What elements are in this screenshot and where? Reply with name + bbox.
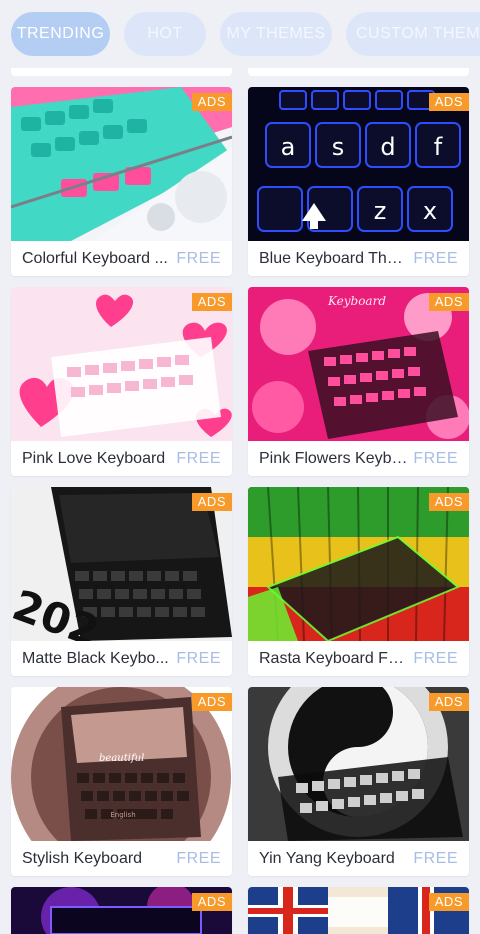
theme-card-colorful[interactable]: ADS Colorful Keyboard ... FREE — [11, 87, 232, 276]
theme-card-stylish[interactable]: beautiful English ADS Stylish Keyboard F… — [11, 687, 232, 876]
ads-badge: ADS — [191, 493, 232, 511]
ads-badge: ADS — [428, 293, 469, 311]
tab-my-themes[interactable]: MY THEMES — [220, 12, 332, 56]
tab-hot[interactable]: HOT — [124, 12, 206, 56]
tab-label: HOT — [147, 25, 183, 42]
theme-title: Pink Love Keyboard — [22, 450, 166, 467]
theme-logo-text: Keyboard — [327, 294, 386, 308]
theme-price: FREE — [176, 650, 221, 667]
theme-price: FREE — [176, 850, 221, 867]
theme-price: FREE — [176, 250, 221, 267]
thumb-brand-text: beautiful — [99, 753, 144, 764]
category-tabs: TRENDING HOT MY THEMES CUSTOM THEMES — [0, 0, 480, 68]
key-label: s — [332, 133, 345, 161]
theme-title: Yin Yang Keyboard — [259, 850, 395, 867]
theme-title: Matte Black Keybo... — [22, 650, 169, 667]
theme-price: FREE — [413, 850, 458, 867]
ads-badge: ADS — [428, 893, 469, 911]
theme-card-partial-left[interactable]: ADS — [11, 887, 232, 934]
theme-title: Rasta Keyboard For... — [259, 650, 409, 667]
theme-card-yin-yang[interactable]: ADS Yin Yang Keyboard FREE — [248, 687, 469, 876]
ads-badge: ADS — [428, 93, 469, 111]
theme-price: FREE — [413, 650, 458, 667]
key-label: z — [374, 197, 387, 225]
tab-trending[interactable]: TRENDING — [11, 12, 110, 56]
theme-title: Colorful Keyboard ... — [22, 250, 168, 267]
tab-label: MY THEMES — [226, 25, 326, 42]
theme-title: Pink Flowers Keybo... — [259, 450, 409, 467]
ads-badge: ADS — [191, 893, 232, 911]
ads-badge: ADS — [191, 293, 232, 311]
key-label: x — [423, 197, 437, 225]
tab-label: TRENDING — [16, 25, 105, 42]
ads-badge: ADS — [428, 693, 469, 711]
key-label: f — [434, 133, 443, 161]
theme-price: FREE — [413, 250, 458, 267]
theme-grid: ADS Colorful Keyboard ... FREE a s d f z… — [0, 0, 480, 934]
tab-label: CUSTOM THEMES — [356, 25, 480, 42]
thumb-space-text: English — [110, 811, 135, 819]
tab-custom-themes[interactable]: CUSTOM THEMES — [346, 12, 480, 56]
theme-price: FREE — [176, 450, 221, 467]
theme-card-pink-flowers[interactable]: Keyboard ADS Pink Flowers Keybo... FREE — [248, 287, 469, 476]
theme-card-rasta[interactable]: ADS Rasta Keyboard For... FREE — [248, 487, 469, 676]
key-label: a — [281, 133, 296, 161]
theme-card-partial-right[interactable]: ADS — [248, 887, 469, 934]
ads-badge: ADS — [428, 493, 469, 511]
theme-card-pink-love[interactable]: ADS Pink Love Keyboard FREE — [11, 287, 232, 476]
ads-badge: ADS — [191, 693, 232, 711]
theme-price: FREE — [413, 450, 458, 467]
theme-title: Blue Keyboard The... — [259, 250, 409, 267]
ads-badge: ADS — [191, 93, 232, 111]
theme-title: Stylish Keyboard — [22, 850, 143, 867]
key-label: d — [380, 133, 395, 161]
theme-card-blue[interactable]: a s d f z x ADS Blue Keyboard The... FRE… — [248, 87, 469, 276]
theme-card-matte-black[interactable]: 202 ADS Matte Black Keybo... FREE — [11, 487, 232, 676]
